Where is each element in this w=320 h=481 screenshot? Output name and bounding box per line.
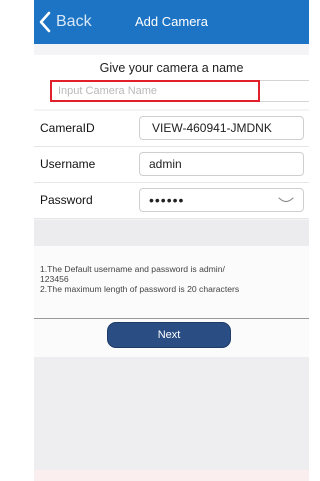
info-line-2: 123456 (40, 274, 69, 284)
camera-name-section: Give your camera a name (34, 55, 309, 109)
password-row: Password (34, 183, 309, 219)
camera-name-field (50, 80, 309, 102)
password-field (139, 188, 304, 212)
add-camera-screen: Back Add Camera Give your camera a name … (34, 0, 309, 481)
camera-id-input[interactable] (140, 117, 303, 139)
info-line-3: 2.The maximum length of password is 20 c… (40, 284, 240, 294)
info-line-1: 1.The Default username and password is a… (40, 264, 225, 274)
camera-id-row: CameraID (34, 111, 309, 147)
info-text: 1.The Default username and password is a… (40, 264, 306, 294)
camera-id-field (139, 116, 304, 140)
username-row: Username (34, 147, 309, 183)
camera-credentials-form: CameraID Username Password (34, 111, 309, 219)
bottom-strip (34, 470, 309, 481)
username-label: Username (40, 157, 96, 171)
section-spacer (34, 220, 309, 246)
camera-name-heading: Give your camera a name (99, 61, 244, 75)
camera-id-label: CameraID (40, 121, 95, 135)
next-button-area: Next (34, 319, 309, 357)
eye-icon[interactable] (278, 196, 294, 205)
username-input[interactable] (140, 153, 303, 175)
back-label: Back (56, 13, 92, 30)
empty-area (34, 357, 309, 481)
username-field (139, 152, 304, 176)
back-button[interactable]: Back (38, 0, 92, 44)
info-notes: 1.The Default username and password is a… (34, 246, 309, 318)
camera-name-input[interactable] (50, 80, 260, 102)
nav-bar: Back Add Camera (34, 0, 309, 44)
chevron-left-icon (39, 11, 51, 33)
next-button[interactable]: Next (107, 322, 231, 348)
password-label: Password (40, 193, 93, 207)
